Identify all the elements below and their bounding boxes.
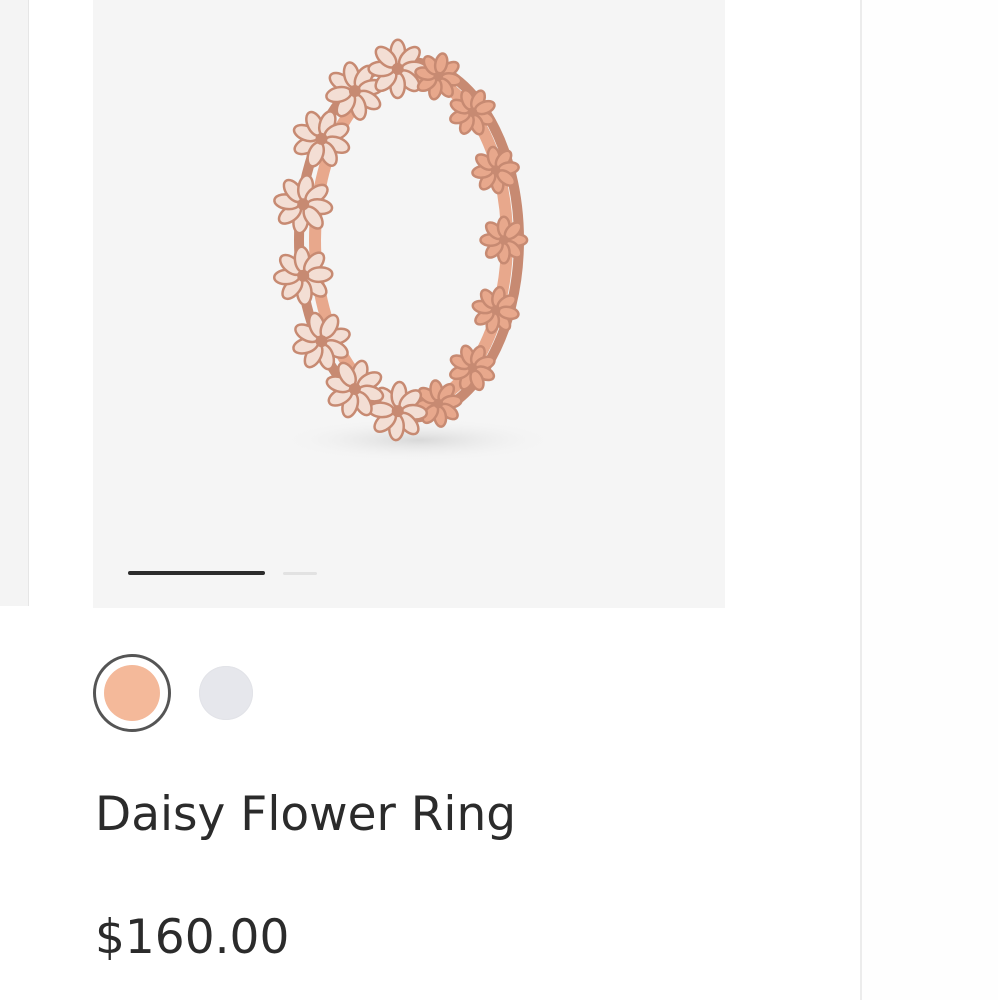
color-swatch-silver[interactable]: [199, 666, 253, 720]
daisy-flower-ring-image[interactable]: [93, 0, 725, 608]
carousel-indicator[interactable]: [283, 572, 317, 575]
product-price: $160.00: [95, 910, 290, 965]
next-product-card-edge: [862, 0, 998, 1000]
ring-daisy-flower: [272, 245, 334, 307]
product-name[interactable]: Daisy Flower Ring: [95, 787, 516, 842]
ring-daisy-flower: [479, 215, 529, 265]
product-image-carousel[interactable]: [93, 0, 725, 608]
swatch-fill: [104, 665, 160, 721]
carousel-indicator-active[interactable]: [128, 571, 265, 575]
color-swatch-rose-gold[interactable]: [93, 654, 171, 732]
previous-product-card-edge: [0, 0, 29, 606]
